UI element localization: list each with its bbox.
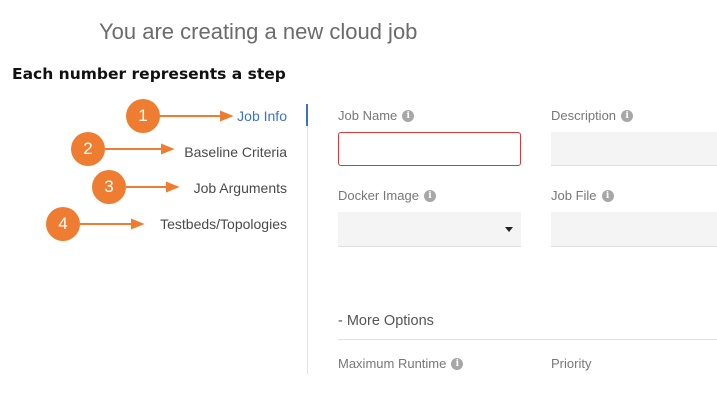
step-caption: Each number represents a step [12,65,286,83]
info-icon[interactable]: i [621,110,634,122]
job-file-label-text: Job File [551,188,597,203]
step-3-badge: 3 [92,170,126,204]
chevron-down-icon [505,227,513,232]
nav-item-baseline-criteria[interactable]: Baseline Criteria [184,143,287,161]
page-title: You are creating a new cloud job [99,19,418,44]
description-label: Description i [551,108,634,124]
description-input[interactable] [551,132,717,166]
priority-label: Priority [551,356,591,372]
section-divider [338,339,717,340]
nav-item-testbeds-topologies[interactable]: Testbeds/Topologies [160,215,287,233]
info-icon[interactable]: i [402,110,415,122]
maximum-runtime-label-text: Maximum Runtime [338,356,447,371]
priority-label-text: Priority [551,356,592,371]
nav-divider [307,126,308,374]
description-label-text: Description [551,108,617,123]
nav-item-job-info[interactable]: Job Info [237,107,287,125]
active-step-indicator [306,104,308,126]
docker-image-select[interactable] [338,212,521,247]
job-name-input[interactable] [338,132,521,166]
info-icon[interactable]: i [601,190,614,202]
step-2-badge: 2 [71,132,105,166]
step-1-badge: 1 [126,99,160,133]
info-icon[interactable]: i [423,190,436,202]
maximum-runtime-label: Maximum Runtime i [338,356,464,372]
nav-item-job-arguments[interactable]: Job Arguments [194,179,287,197]
job-name-label-text: Job Name [338,108,398,123]
docker-image-label: Docker Image i [338,188,436,204]
more-options-toggle[interactable]: - More Options [338,313,434,329]
job-file-input[interactable] [551,212,717,247]
job-file-label: Job File i [551,188,614,204]
step-4-badge: 4 [46,207,80,241]
job-name-label: Job Name i [338,108,415,124]
info-icon[interactable]: i [451,358,464,370]
docker-image-label-text: Docker Image [338,188,419,203]
